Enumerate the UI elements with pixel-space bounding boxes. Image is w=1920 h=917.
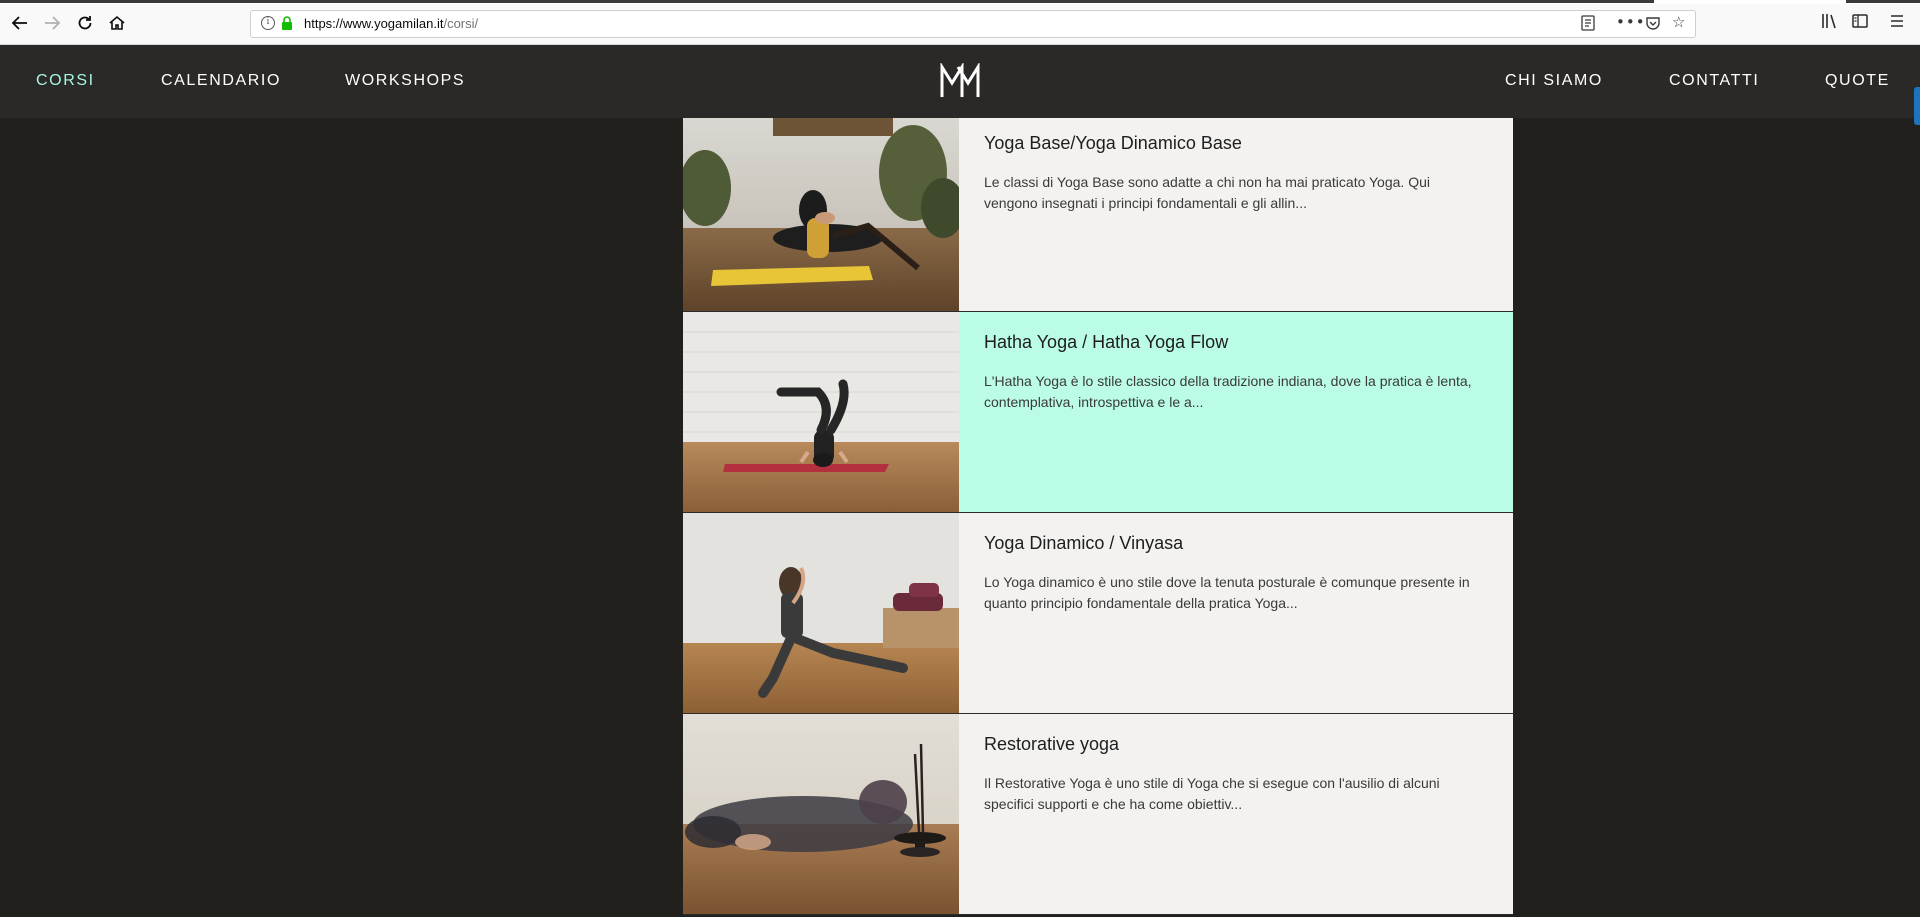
url-domain: https://www.yogamilan.it (304, 16, 444, 31)
course-card-yoga-base[interactable]: Yoga Base/Yoga Dinamico Base Le classi d… (683, 118, 1513, 312)
tab-strip-line-right (1846, 0, 1920, 3)
nav-chi-siamo[interactable]: CHI SIAMO (1505, 72, 1603, 90)
menu-icon[interactable] (1889, 12, 1905, 35)
tab-strip-line (0, 0, 1654, 3)
reader-view-icon[interactable] (1581, 15, 1595, 35)
course-title[interactable]: Restorative yoga (984, 734, 1119, 755)
course-title[interactable]: Hatha Yoga / Hatha Yoga Flow (984, 332, 1228, 353)
nav-quote[interactable]: QUOTE (1825, 72, 1890, 90)
info-icon[interactable]: i (261, 16, 275, 30)
course-description: Lo Yoga dinamico è uno stile dove la ten… (984, 574, 1470, 611)
url-path: /corsi/ (443, 16, 479, 31)
course-image-hatha-yoga[interactable] (683, 312, 959, 512)
nav-corsi[interactable]: CORSI (36, 72, 95, 90)
lock-icon[interactable] (281, 16, 293, 31)
scroll-indicator (1914, 87, 1920, 125)
nav-workshops[interactable]: WORKSHOPS (345, 72, 465, 90)
course-card-hatha-yoga[interactable]: Hatha Yoga / Hatha Yoga Flow L'Hatha Yog… (683, 312, 1513, 513)
forward-icon[interactable] (40, 11, 64, 35)
nav-calendario[interactable]: CALENDARIO (161, 72, 281, 90)
page-actions-icon[interactable]: ••• (1616, 13, 1646, 31)
course-card-yoga-dinamico[interactable]: Yoga Dinamico / Vinyasa Lo Yoga dinamico… (683, 513, 1513, 714)
course-description: L'Hatha Yoga è lo stile classico della t… (984, 373, 1472, 410)
url-bar[interactable]: i https://www.yogamilan.it/corsi/ ••• ☆ (250, 10, 1696, 38)
course-description: Il Restorative Yoga è uno stile di Yoga … (984, 775, 1440, 812)
back-icon[interactable] (8, 11, 32, 35)
home-icon[interactable] (105, 11, 129, 35)
url-text[interactable]: https://www.yogamilan.it/corsi/ (304, 16, 478, 31)
browser-toolbar: i https://www.yogamilan.it/corsi/ ••• ☆ (0, 0, 1920, 45)
yogamilan-logo[interactable] (940, 63, 980, 99)
bookmark-star-icon[interactable]: ☆ (1672, 13, 1685, 31)
sidebar-icon[interactable] (1851, 12, 1869, 35)
nav-contatti[interactable]: CONTATTI (1669, 72, 1759, 90)
tab-strip (0, 0, 1920, 4)
course-title[interactable]: Yoga Dinamico / Vinyasa (984, 533, 1183, 554)
course-image-restorative-yoga[interactable] (683, 714, 959, 914)
course-image-yoga-dinamico[interactable] (683, 513, 959, 713)
course-card-restorative-yoga[interactable]: Restorative yoga Il Restorative Yoga è u… (683, 714, 1513, 915)
library-icon[interactable] (1820, 12, 1838, 35)
pocket-icon[interactable] (1645, 15, 1661, 35)
reload-icon[interactable] (73, 11, 97, 35)
course-title[interactable]: Yoga Base/Yoga Dinamico Base (984, 133, 1242, 154)
site-header: CORSI CALENDARIO WORKSHOPS CHI SIAMO CON… (0, 45, 1920, 118)
course-list: Yoga Base/Yoga Dinamico Base Le classi d… (683, 118, 1513, 915)
course-image-yoga-base[interactable] (683, 118, 959, 311)
course-description: Le classi di Yoga Base sono adatte a chi… (984, 174, 1430, 211)
